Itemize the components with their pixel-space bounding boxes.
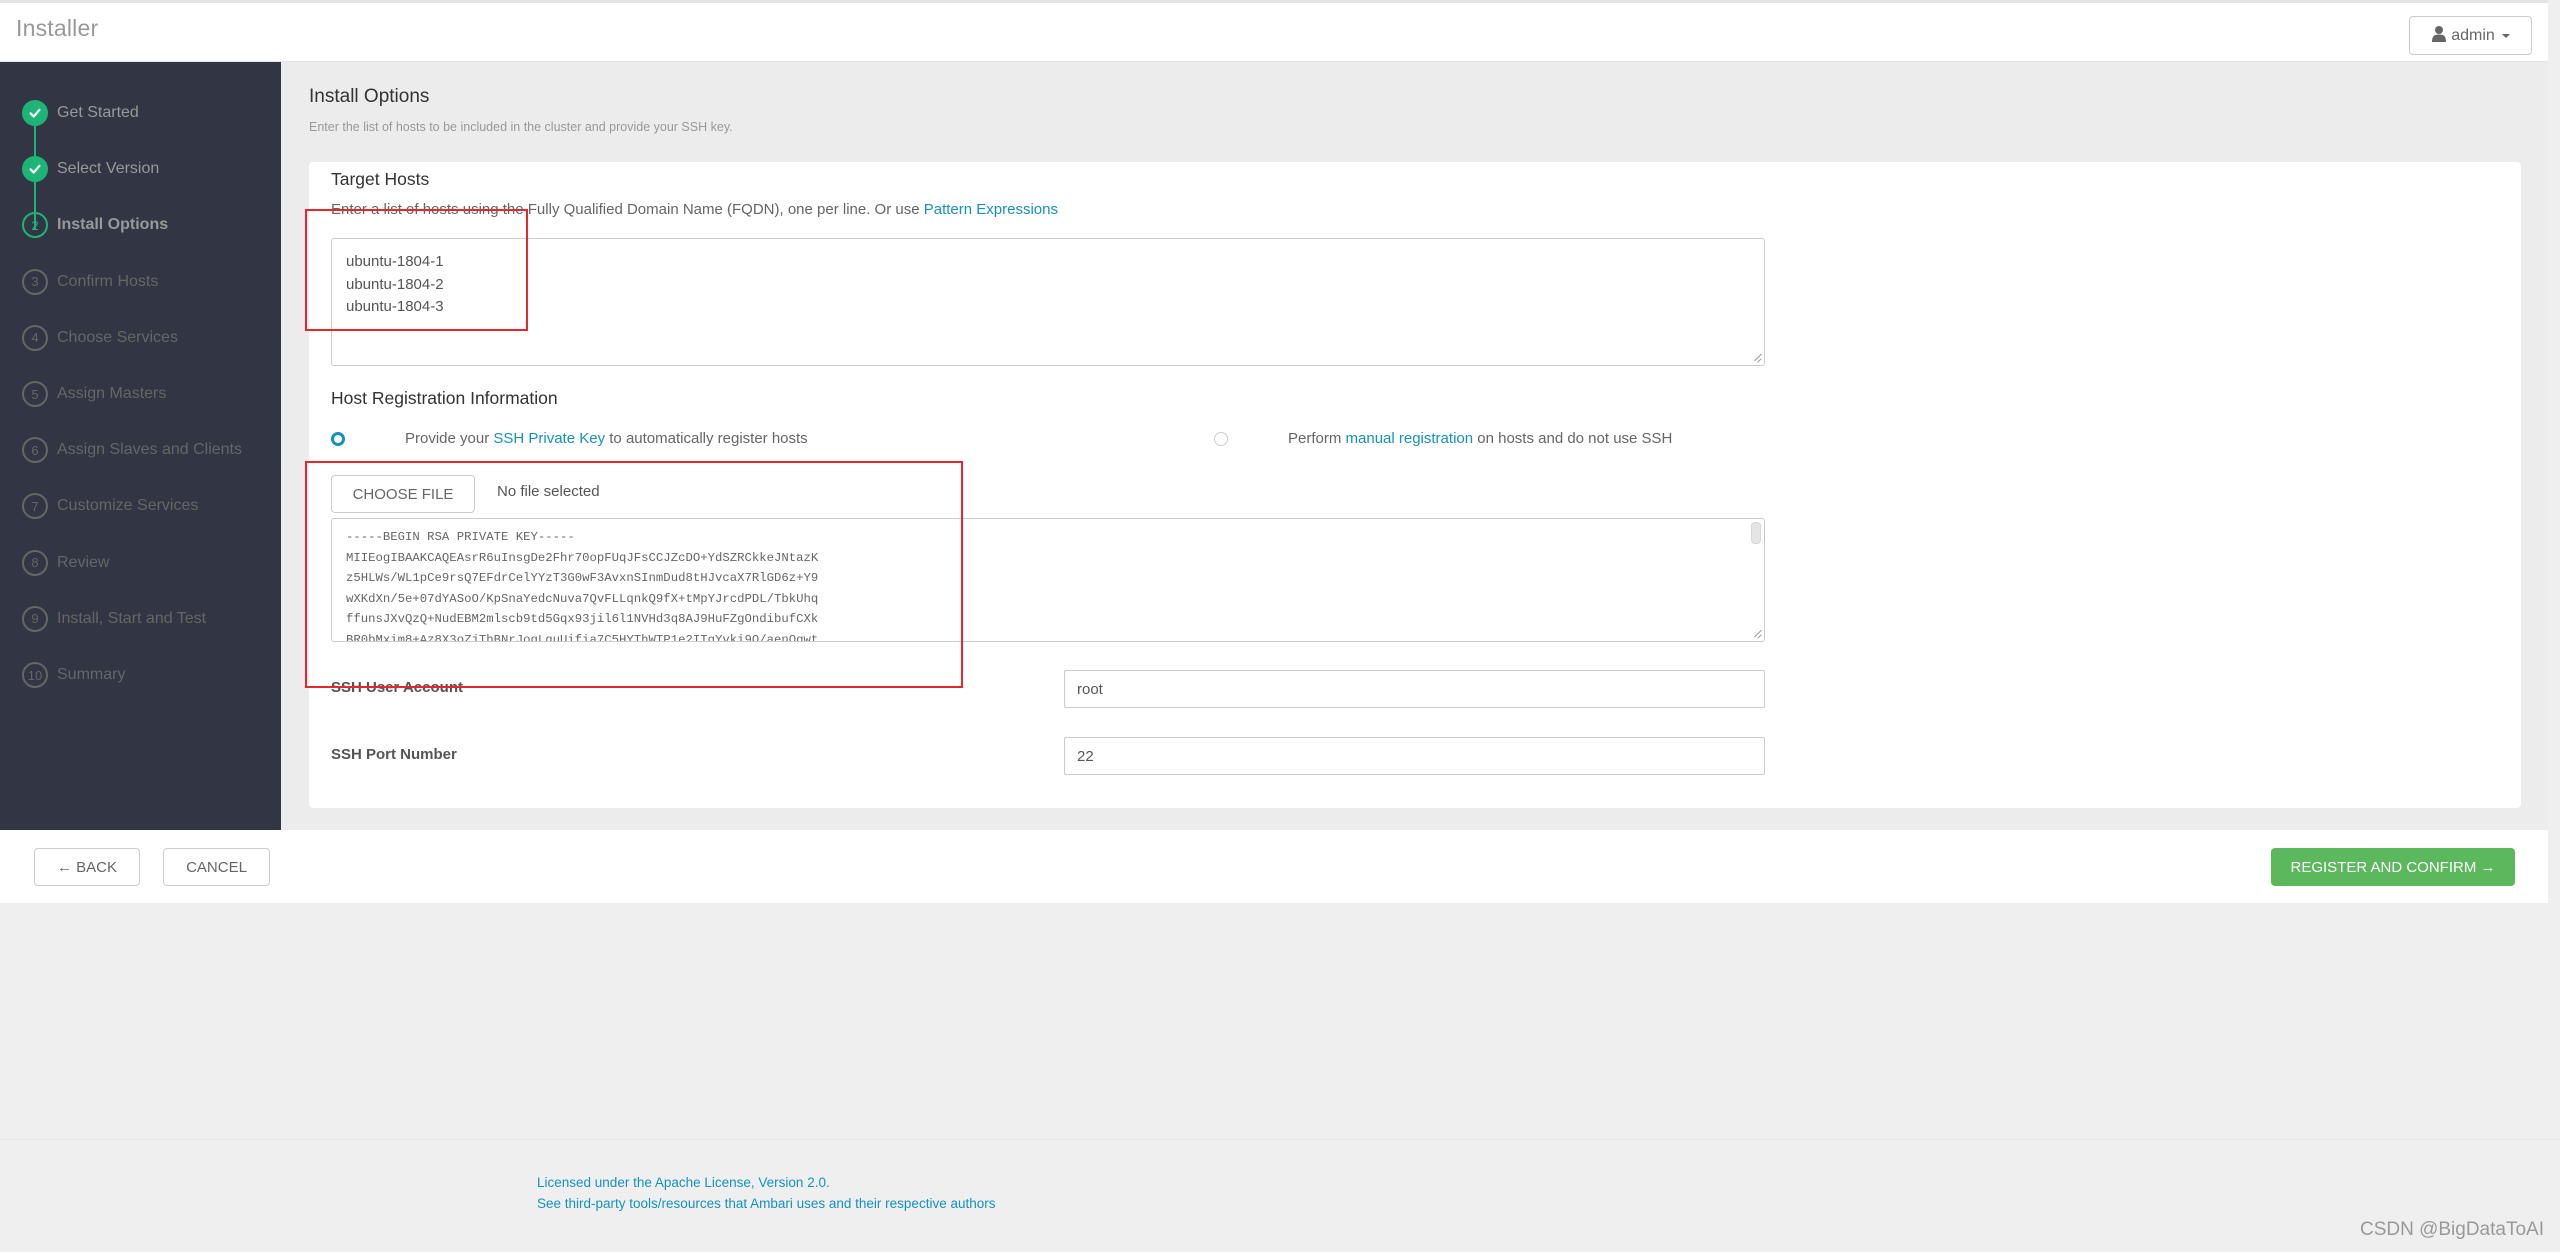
app-brand: Installer: [16, 15, 99, 41]
manual-registration-option-label: Perform manual registration on hosts and…: [1288, 430, 1672, 447]
check-icon: [22, 100, 48, 126]
ssh-option-suffix: to automatically register hosts: [605, 430, 808, 447]
manual-registration-radio[interactable]: [1214, 432, 1228, 446]
manual-option-suffix: on hosts and do not use SSH: [1473, 430, 1673, 447]
scrollbar-thumb[interactable]: [1751, 522, 1761, 544]
file-status: No file selected: [497, 483, 600, 500]
wizard-step-label: Summary: [57, 666, 126, 683]
watermark: CSDN @BigDataToAI: [2359, 1219, 2544, 1240]
host-registration-title: Host Registration Information: [331, 388, 558, 408]
wizard-step-label: Assign Slaves and Clients: [57, 441, 242, 459]
wizard-step-label: Assign Masters: [57, 385, 167, 402]
step-number-badge: 2: [22, 212, 48, 239]
ssh-option-prefix: Provide your: [405, 430, 494, 447]
page-title: Install Options: [309, 86, 430, 107]
cancel-button[interactable]: CANCEL: [163, 848, 270, 886]
ssh-key-radio[interactable]: [331, 432, 345, 446]
ssh-private-key-textarea[interactable]: -----BEGIN RSA PRIVATE KEY----- MIIEogIB…: [331, 518, 1765, 642]
user-icon: [2431, 25, 2447, 47]
page-subtitle: Enter the list of hosts to be included i…: [309, 120, 733, 134]
third-party-tools-link[interactable]: See third-party tools/resources that Amb…: [537, 1196, 995, 1211]
wizard-step-customize-services: 7 Customize Services: [22, 492, 198, 520]
step-number-badge: 7: [22, 493, 48, 520]
wizard-step-confirm-hosts: 3 Confirm Hosts: [22, 268, 158, 296]
register-and-confirm-button[interactable]: REGISTER AND CONFIRM →: [2271, 848, 2515, 886]
footer-divider: [0, 1139, 2560, 1140]
wizard-step-label: Install Options: [57, 216, 169, 234]
target-hosts-textarea[interactable]: [331, 238, 1765, 366]
wizard-step-label: Choose Services: [57, 328, 178, 346]
choose-file-button[interactable]: CHOOSE FILE: [331, 475, 475, 513]
ssh-private-key-text: -----BEGIN RSA PRIVATE KEY----- MIIEogIB…: [346, 530, 819, 642]
wizard-step-label: Customize Services: [57, 497, 199, 515]
target-hosts-hint-text: Enter a list of hosts using the Fully Qu…: [331, 201, 924, 218]
user-menu-label: admin: [2451, 26, 2495, 44]
wizard-step-choose-services: 4 Choose Services: [22, 324, 178, 352]
manual-option-prefix: Perform: [1288, 430, 1346, 447]
step-number-badge: 6: [22, 437, 48, 464]
ssh-key-option-label: Provide your SSH Private Key to automati…: [405, 430, 808, 447]
step-number-badge: 10: [22, 662, 48, 688]
wizard-step-review: 8 Review: [22, 549, 109, 577]
chevron-down-icon: [2501, 33, 2510, 38]
app-container: Installer admin Get Started Select Versio…: [0, 0, 2548, 903]
wizard-step-install-start-and-test: 9 Install, Start and Test: [22, 605, 206, 633]
wizard-step-summary: 10 Summary: [22, 661, 125, 689]
apache-license-link[interactable]: Licensed under the Apache License, Versi…: [537, 1175, 830, 1190]
manual-registration-link[interactable]: manual registration: [1346, 430, 1474, 447]
ssh-private-key-link[interactable]: SSH Private Key: [493, 430, 605, 447]
wizard-step-label: Select Version: [57, 160, 160, 178]
step-number-badge: 9: [22, 605, 48, 632]
wizard-step-label: Confirm Hosts: [57, 272, 159, 290]
wizard-step-label: Install, Start and Test: [57, 609, 207, 627]
wizard-step-assign-slaves-and-clients: 6 Assign Slaves and Clients: [22, 436, 242, 464]
ssh-user-label: SSH User Account: [331, 679, 463, 696]
ssh-port-input[interactable]: [1064, 737, 1765, 775]
target-hosts-hint: Enter a list of hosts using the Fully Qu…: [331, 201, 1058, 218]
wizard-step-select-version[interactable]: Select Version: [22, 155, 159, 183]
step-number-badge: 3: [22, 268, 48, 295]
ssh-port-label: SSH Port Number: [331, 746, 457, 763]
back-button[interactable]: ← BACK: [34, 848, 140, 886]
wizard-steps-sidebar: Get Started Select Version 2 Install Option…: [0, 62, 281, 830]
step-number-badge: 8: [22, 549, 48, 576]
wizard-step-assign-masters: 5 Assign Masters: [22, 380, 166, 408]
wizard-action-bar: ← BACK CANCEL REGISTER AND CONFIRM →: [0, 830, 2548, 903]
pattern-expressions-link[interactable]: Pattern Expressions: [924, 201, 1058, 218]
wizard-step-get-started[interactable]: Get Started: [22, 99, 139, 127]
step-number-badge: 5: [22, 381, 48, 407]
wizard-step-install-options[interactable]: 2 Install Options: [22, 211, 168, 239]
check-icon: [22, 156, 48, 183]
top-navbar: Installer admin: [0, 0, 2548, 62]
resize-handle-icon[interactable]: [1751, 352, 1761, 362]
ssh-user-input[interactable]: [1064, 670, 1765, 708]
wizard-step-label: Get Started: [57, 104, 139, 121]
resize-handle-icon[interactable]: [1751, 628, 1761, 638]
user-menu-button[interactable]: admin: [2409, 16, 2532, 55]
step-number-badge: 4: [22, 324, 48, 351]
wizard-step-label: Review: [57, 553, 110, 571]
target-hosts-title: Target Hosts: [331, 169, 430, 189]
